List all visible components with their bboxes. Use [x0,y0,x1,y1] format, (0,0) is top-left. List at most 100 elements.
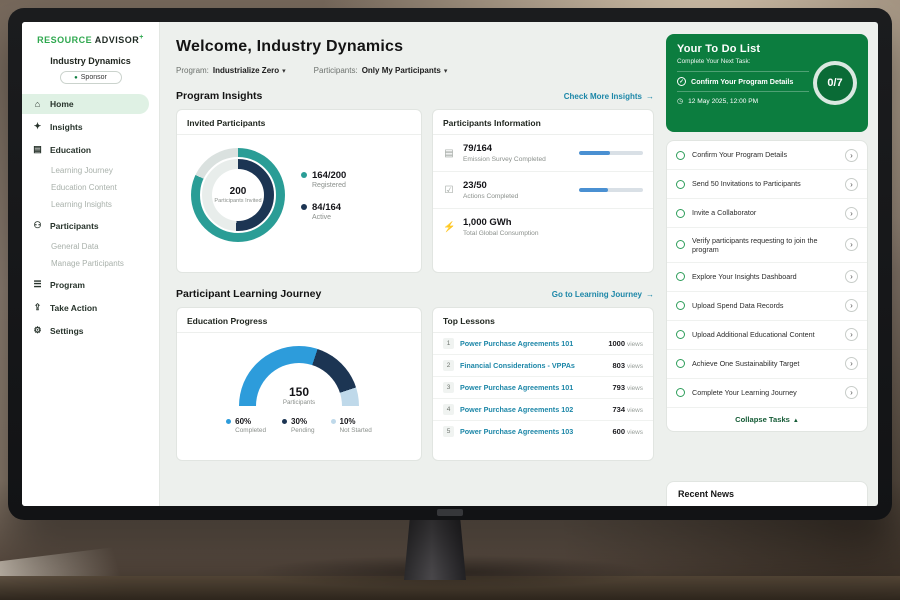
participants-dropdown[interactable]: Participants: Only My Participants ▾ [314,66,448,75]
arrow-right-icon: → [646,92,654,101]
go-to-learning-journey-link[interactable]: Go to Learning Journey → [552,290,654,299]
sidebar-subitem-general-data[interactable]: General Data [22,238,149,255]
emission-survey-row: ▤ 79/164 Emission Survey Completed [433,135,653,172]
sidebar-item-education[interactable]: ▤ Education [22,139,149,160]
invited-donut-center: 200 Participants Invited [212,169,264,221]
legend-active: 84/164 Active [301,202,346,221]
task-row[interactable]: Explore Your Insights Dashboard › [667,263,867,292]
sidebar-item-label: Participants [50,221,99,231]
legend-registered: 164/200 Registered [301,170,346,189]
task-row[interactable]: Upload Additional Educational Content › [667,321,867,350]
task-row[interactable]: Upload Spend Data Records › [667,292,867,321]
todo-progress-ring: 0/7 [813,61,857,105]
chevron-right-icon: › [845,207,858,220]
clock-icon: ◷ [677,97,683,105]
legend-completed: 60% Completed [226,417,266,434]
scene-background: RESOURCE ADVISOR+ Industry Dynamics ● Sp… [0,0,900,600]
chevron-down-icon: ▾ [282,67,286,75]
program-value: Industrialize Zero [213,66,279,75]
caret-up-icon: ▲ [793,418,799,424]
lesson-link: Financial Considerations - VPPAs [460,361,607,370]
settings-icon: ⚙ [32,325,43,336]
sidebar-subitem-manage-participants[interactable]: Manage Participants [22,255,149,272]
lesson-link: Power Purchase Agreements 101 [460,383,607,392]
chevron-right-icon: › [845,357,858,370]
sidebar-item-insights[interactable]: ✦ Insights [22,116,149,137]
logo-plus: + [139,34,144,41]
lesson-row[interactable]: 3 Power Purchase Agreements 101 793views [433,377,653,399]
monitor-bezel: RESOURCE ADVISOR+ Industry Dynamics ● Sp… [8,8,892,520]
lesson-link: Power Purchase Agreements 103 [460,427,607,436]
sponsor-badge-label: Sponsor [81,74,107,81]
todo-next-task[interactable]: ✓ Confirm Your Program Details [677,71,809,86]
sidebar-subitem-education-content[interactable]: Education Content [22,179,149,196]
education-legend: 60% Completed 30% Pending [177,417,421,434]
pending-dot [282,419,287,424]
education-gauge-wrap: 150 Participants [239,346,359,406]
check-more-insights-link[interactable]: Check More Insights → [564,92,654,101]
program-insights-header: Program Insights Check More Insights → [176,90,654,102]
todo-summary-card: Your To Do List Complete Your Next Task:… [666,34,868,132]
todo-due-date: ◷ 12 May 2025, 12:00 PM [677,91,809,105]
sidebar-subitem-learning-journey[interactable]: Learning Journey [22,162,149,179]
actions-icon: ☑ [443,185,455,196]
lesson-row[interactable]: 4 Power Purchase Agreements 102 734views [433,399,653,421]
lesson-row[interactable]: 2 Financial Considerations - VPPAs 803vi… [433,355,653,377]
lesson-row[interactable]: 1 Power Purchase Agreements 101 1000view… [433,333,653,355]
chevron-right-icon: › [845,328,858,341]
actions-completed-row: ☑ 23/50 Actions Completed [433,172,653,209]
completed-dot [226,419,231,424]
chevron-right-icon: › [845,178,858,191]
collapse-tasks-link[interactable]: Collapse Tasks▲ [667,408,867,431]
sidebar-item-participants[interactable]: ⚇ Participants [22,215,149,236]
chevron-right-icon: › [845,299,858,312]
sidebar-item-home[interactable]: ⌂ Home [22,94,149,114]
task-row[interactable]: Invite a Collaborator › [667,199,867,228]
invited-donut: 200 Participants Invited [191,148,285,242]
insights-cards-row: Invited Participants 200 Participants In… [176,109,654,273]
recent-news-header[interactable]: Recent News [666,481,868,506]
emission-progress-bar [579,151,643,155]
sponsor-badge: ● Sponsor [60,71,122,84]
section-title: Participant Learning Journey [176,288,321,300]
page-title: Welcome, Industry Dynamics [176,38,654,56]
sidebar-item-take-action[interactable]: ⇪ Take Action [22,297,149,318]
todo-tasks-card: Confirm Your Program Details › Send 50 I… [666,140,868,432]
task-checkbox [676,240,685,249]
card-title: Participants Information [433,110,653,135]
sidebar-item-settings[interactable]: ⚙ Settings [22,320,149,341]
sidebar-item-label: Take Action [50,303,97,313]
legend-pending: 30% Pending [282,417,314,434]
todo-title: Your To Do List [677,43,857,55]
education-gauge-center: 150 Participants [239,385,359,406]
dashboard-screen: RESOURCE ADVISOR+ Industry Dynamics ● Sp… [22,22,878,506]
consumption-icon: ⚡ [443,222,455,233]
lesson-row[interactable]: 5 Power Purchase Agreements 103 600views [433,421,653,442]
section-title: Program Insights [176,90,262,102]
task-row[interactable]: Verify participants requesting to join t… [667,228,867,263]
program-icon: ☰ [32,279,43,290]
task-row[interactable]: Confirm Your Program Details › [667,141,867,170]
task-row[interactable]: Complete Your Learning Journey › [667,379,867,408]
main-content: Welcome, Industry Dynamics Program: Indu… [160,22,666,506]
task-checkbox [676,330,685,339]
task-checkbox [676,359,685,368]
task-checkbox [676,209,685,218]
learning-journey-header: Participant Learning Journey Go to Learn… [176,288,654,300]
task-row[interactable]: Achieve One Sustainability Target › [667,350,867,379]
program-dropdown[interactable]: Program: Industrialize Zero ▾ [176,66,286,75]
participants-label: Participants: [314,66,358,75]
check-icon: ✓ [677,77,686,86]
home-icon: ⌂ [32,99,43,109]
arrow-right-icon: → [646,290,654,299]
card-title: Invited Participants [177,110,421,135]
consumption-row: ⚡ 1,000 GWh Total Global Consumption [433,209,653,245]
app-logo: RESOURCE ADVISOR+ [22,34,159,45]
sidebar-subitem-learning-insights[interactable]: Learning Insights [22,196,149,213]
participants-icon: ⚇ [32,220,43,231]
sidebar-item-label: Settings [50,326,84,336]
sidebar-item-program[interactable]: ☰ Program [22,274,149,295]
task-checkbox [676,272,685,281]
task-row[interactable]: Send 50 Invitations to Participants › [667,170,867,199]
logo-text-advisor: ADVISOR [95,35,140,45]
